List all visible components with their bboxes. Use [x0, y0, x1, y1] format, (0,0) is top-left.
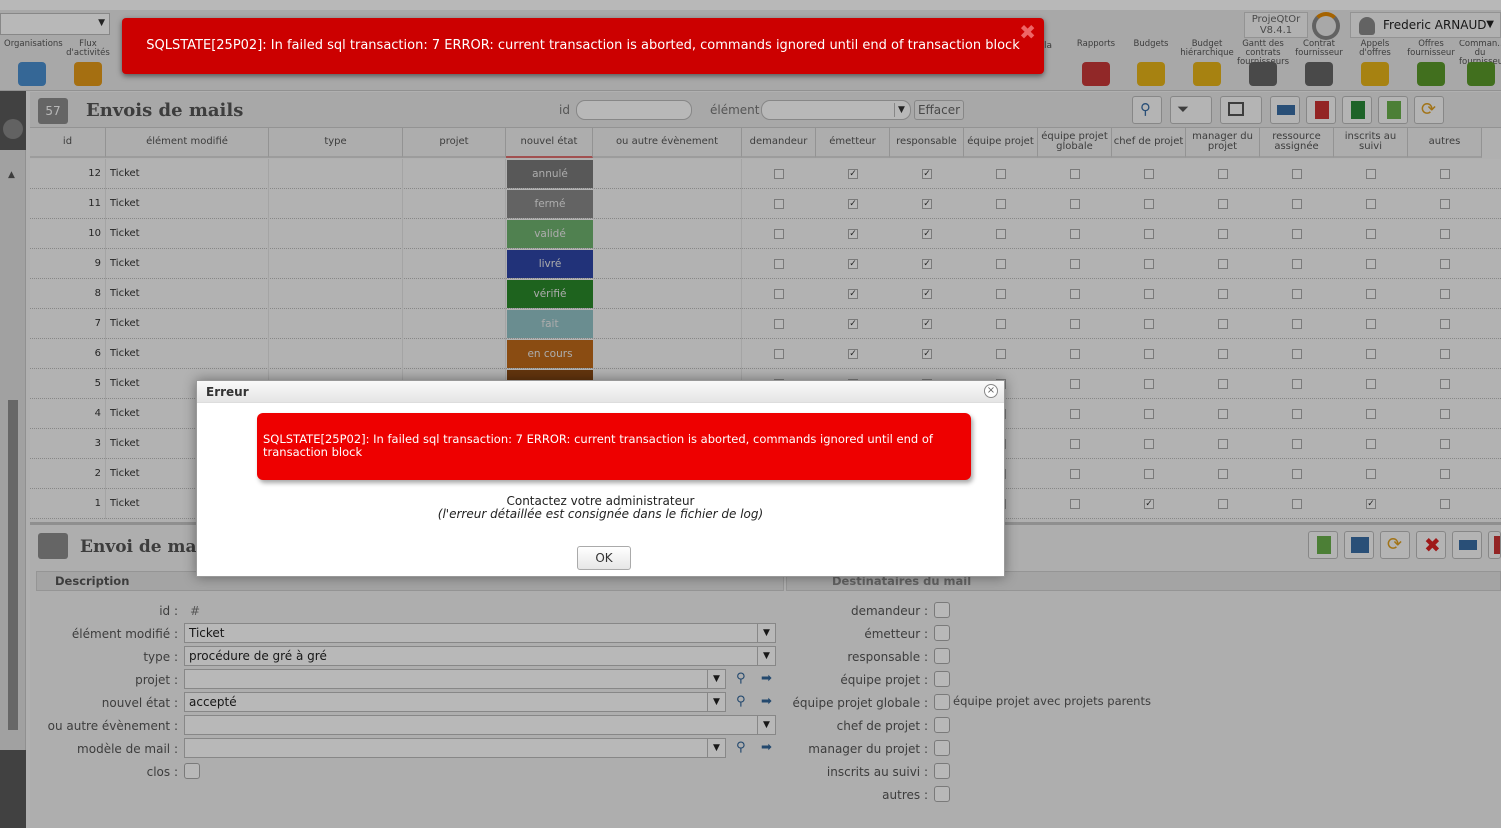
contact-note: (l'erreur détaillée est consignée dans l…: [437, 507, 764, 521]
close-icon[interactable]: ✖: [1019, 20, 1036, 44]
close-icon[interactable]: ×: [984, 384, 998, 398]
dialog-title: Erreur: [197, 381, 1004, 403]
ok-button[interactable]: OK: [577, 546, 631, 570]
error-dialog: Erreur × SQLSTATE[25P02]: In failed sql …: [196, 380, 1005, 577]
error-message-box: SQLSTATE[25P02]: In failed sql transacti…: [257, 413, 971, 480]
contact-text: Contactez votre administrateur: [506, 494, 695, 508]
error-banner: SQLSTATE[25P02]: In failed sql transacti…: [122, 18, 1044, 74]
error-message: SQLSTATE[25P02]: In failed sql transacti…: [263, 432, 933, 459]
error-banner-text: SQLSTATE[25P02]: In failed sql transacti…: [146, 38, 1020, 53]
